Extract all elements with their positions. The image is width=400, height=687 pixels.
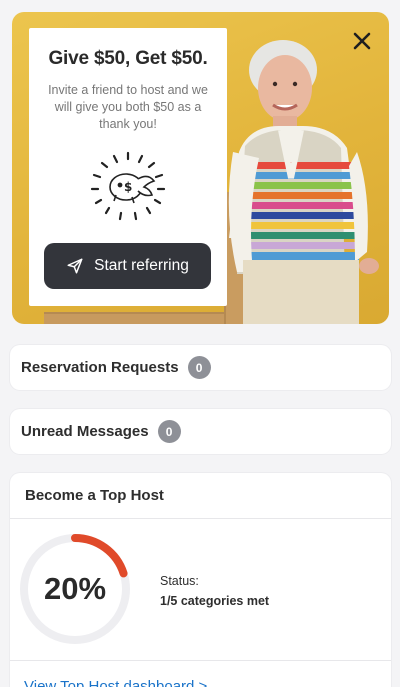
reservation-requests-row[interactable]: Reservation Requests 0 [10, 345, 391, 390]
view-top-host-dashboard-link[interactable]: View Top Host dashboard > [24, 678, 207, 687]
unread-messages-label: Unread Messages [21, 423, 149, 440]
reservation-requests-count-badge: 0 [187, 356, 211, 379]
promo-card: Give $50, Get $50. Invite a friend to ho… [29, 28, 227, 306]
referral-promo-banner: Give $50, Get $50. Invite a friend to ho… [12, 12, 389, 324]
promo-title: Give $50, Get $50. [48, 48, 208, 69]
top-host-card: Become a Top Host 20% Status: 1/5 catego… [10, 473, 391, 687]
divider [10, 518, 391, 519]
progress-percent: 20% [43, 571, 107, 606]
unread-messages-row[interactable]: Unread Messages 0 [10, 409, 391, 454]
top-host-title: Become a Top Host [25, 487, 164, 504]
close-icon[interactable] [351, 30, 373, 52]
divider [10, 660, 391, 661]
svg-text:$: $ [124, 180, 132, 194]
host-photo [228, 40, 379, 324]
status-value: 1/5 categories met [160, 594, 270, 608]
start-referring-button[interactable]: Start referring [44, 243, 211, 289]
piggy-bank-icon: $ [90, 151, 166, 221]
cardboard-boxes [44, 312, 224, 324]
start-referring-label: Start referring [94, 257, 189, 274]
unread-messages-count-badge: 0 [157, 420, 181, 443]
promo-description: Invite a friend to host and we will give… [48, 83, 208, 131]
send-icon [67, 258, 83, 274]
reservation-requests-label: Reservation Requests [21, 359, 179, 376]
status-label: Status: [160, 574, 199, 588]
